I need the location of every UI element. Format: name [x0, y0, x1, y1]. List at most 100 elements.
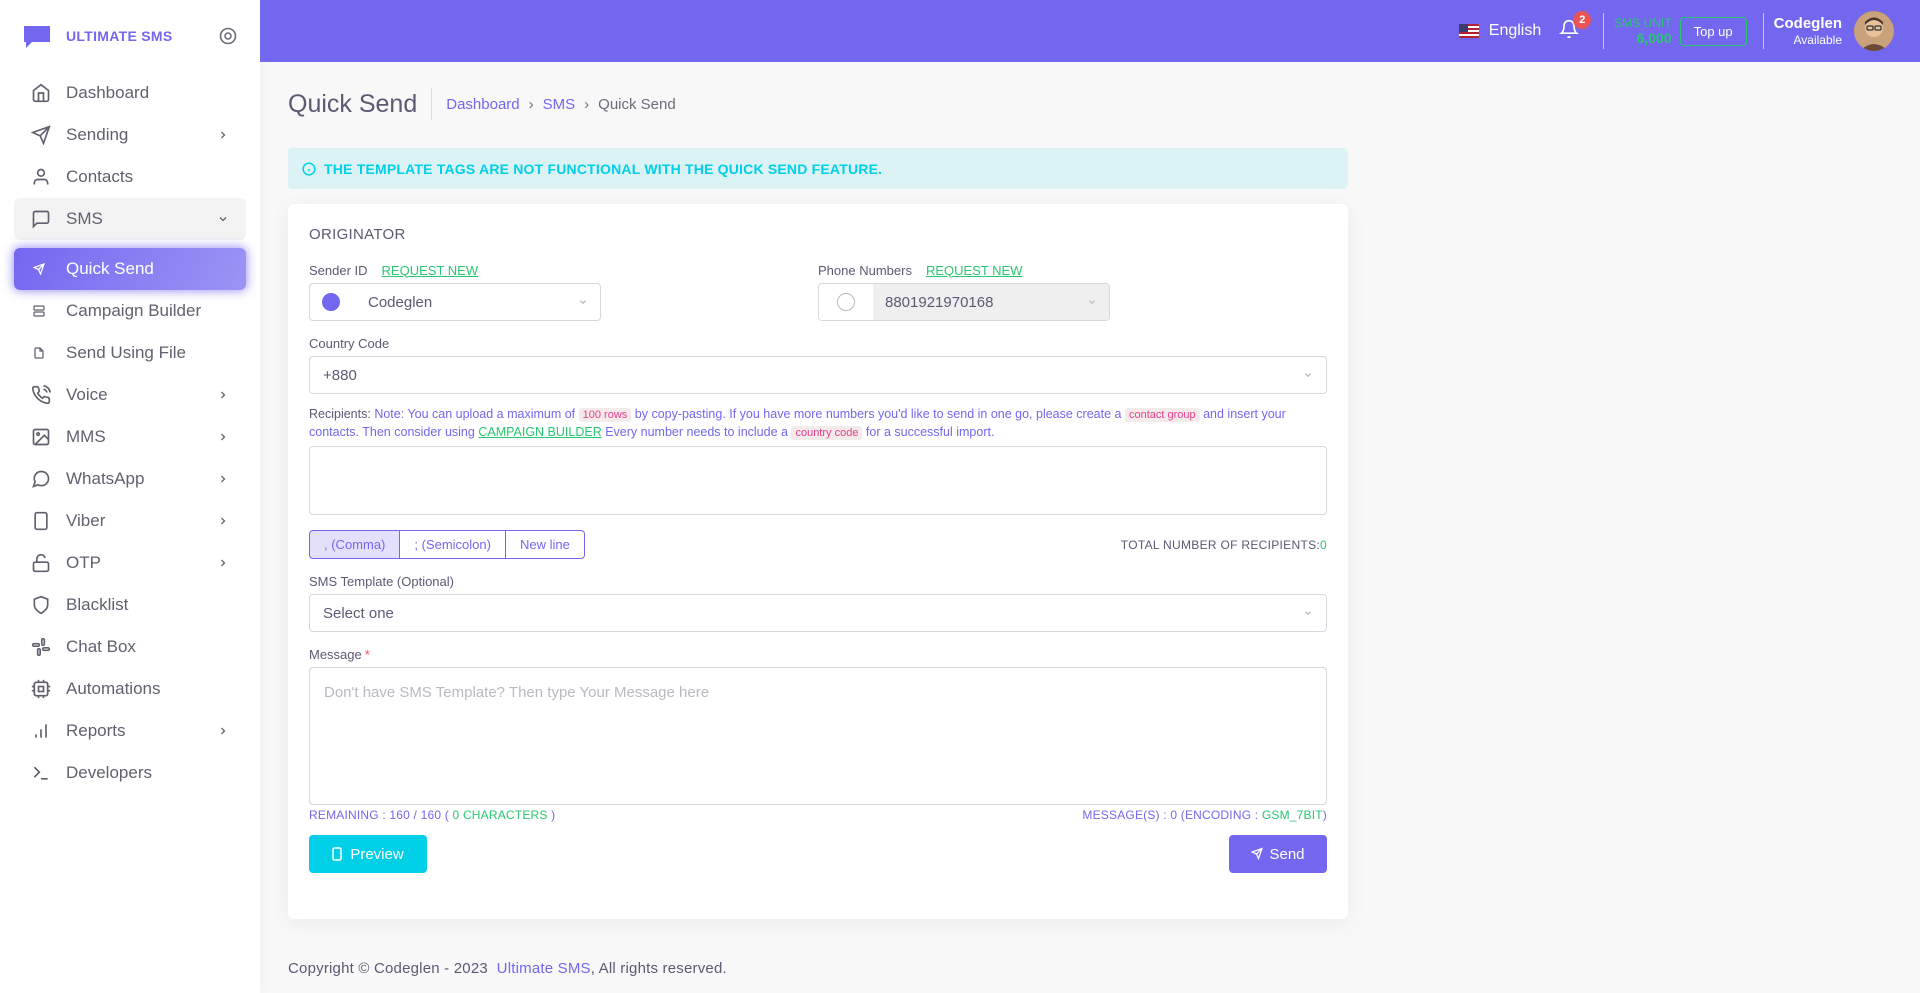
delimiter-group: , (Comma) ; (Semicolon) New line: [309, 530, 585, 559]
sidebar-item-sending[interactable]: Sending: [14, 114, 246, 156]
sidebar-item-automations[interactable]: Automations: [14, 668, 246, 710]
sidebar-item-label: Blacklist: [66, 595, 129, 614]
note-code-rows: 100 rows: [578, 408, 632, 422]
sidebar-item-chat-box[interactable]: Chat Box: [14, 626, 246, 668]
chevron-down-icon: [578, 297, 588, 307]
sidebar-item-label: Viber: [66, 511, 106, 530]
sidebar-item-campaign-builder[interactable]: Campaign Builder: [14, 290, 246, 332]
chevron-right-icon: [216, 514, 230, 528]
breadcrumb-dashboard[interactable]: Dashboard: [446, 96, 519, 113]
us-flag-icon: [1458, 24, 1479, 38]
sidebar-item-viber[interactable]: Viber: [14, 500, 246, 542]
home-icon: [30, 82, 52, 104]
chevron-down-icon: [1087, 297, 1097, 307]
sidebar-item-label: MMS: [66, 427, 106, 446]
sidebar-item-mms[interactable]: MMS: [14, 416, 246, 458]
country-code-label: Country Code: [309, 335, 390, 351]
brand-logo-icon: [22, 24, 52, 48]
country-code-select[interactable]: +880: [309, 356, 1327, 394]
user-icon: [30, 166, 52, 188]
send-small-icon: [32, 258, 46, 280]
sidebar-toggle-icon[interactable]: [218, 26, 238, 46]
remaining-chars: 0 CHARACTERS: [452, 808, 548, 822]
sender-radio-checked[interactable]: [322, 293, 340, 311]
template-select[interactable]: Select one: [309, 594, 1327, 632]
sidebar-item-label: Campaign Builder: [66, 301, 202, 320]
sidebar-item-reports[interactable]: Reports: [14, 710, 246, 752]
brand[interactable]: ULTIMATE SMS: [0, 0, 260, 72]
sidebar-item-dashboard[interactable]: Dashboard: [14, 72, 246, 114]
remaining-counter: REMAINING : 160 / 160 ( 0 CHARACTERS ): [309, 808, 555, 822]
notification-button[interactable]: 2: [1557, 11, 1592, 43]
chevron-right-icon: [216, 128, 230, 142]
request-new-sender-link[interactable]: REQUEST NEW: [382, 263, 479, 278]
footer-link[interactable]: Ultimate SMS: [497, 960, 591, 977]
sidebar-item-label: Voice: [66, 385, 108, 404]
recipients-textarea[interactable]: [309, 446, 1327, 515]
sidebar-item-label: Developers: [66, 763, 152, 782]
info-alert: THE TEMPLATE TAGS ARE NOT FUNCTIONAL WIT…: [288, 148, 1348, 189]
chevron-right-icon: [216, 556, 230, 570]
header-divider: [1603, 13, 1605, 49]
sender-id-select[interactable]: Codeglen: [309, 283, 601, 321]
header-divider: [1762, 13, 1764, 49]
user-menu[interactable]: Codeglen Available: [1774, 15, 1842, 47]
campaign-builder-link[interactable]: CAMPAIGN BUILDER: [478, 425, 601, 439]
unlock-icon: [30, 552, 52, 574]
user-status: Available: [1793, 33, 1842, 47]
chevron-right-icon: ›: [584, 95, 590, 113]
request-new-number-link[interactable]: REQUEST NEW: [926, 263, 1023, 278]
sidebar-item-whatsapp[interactable]: WhatsApp: [14, 458, 246, 500]
message-circle-icon: [30, 468, 52, 490]
sms-unit: SMS UNIT 6,000: [1614, 16, 1671, 46]
message-textarea[interactable]: Don't have SMS Template? Then type Your …: [309, 667, 1327, 805]
language-selector[interactable]: English: [1458, 22, 1542, 40]
avatar[interactable]: [1854, 11, 1894, 51]
phone-call-icon: [30, 384, 52, 406]
top-up-button[interactable]: Top up: [1679, 16, 1747, 46]
sidebar-item-blacklist[interactable]: Blacklist: [14, 584, 246, 626]
delimiter-comma-button[interactable]: , (Comma): [309, 530, 401, 559]
brand-name: ULTIMATE SMS: [66, 28, 173, 44]
chevron-right-icon: [216, 388, 230, 402]
note-code-group: contact group: [1124, 408, 1200, 422]
sidebar-item-voice[interactable]: Voice: [14, 374, 246, 416]
delimiter-newline-button[interactable]: New line: [505, 530, 585, 559]
sidebar-item-label: WhatsApp: [66, 469, 145, 488]
sidebar-item-send-using-file[interactable]: Send Using File: [14, 332, 246, 374]
required-mark: *: [364, 646, 370, 662]
country-code-value: +880: [323, 366, 357, 384]
phone-radio[interactable]: [819, 284, 873, 320]
main-content: Quick Send Dashboard › SMS › Quick Send …: [288, 62, 1348, 919]
sidebar-item-otp[interactable]: OTP: [14, 542, 246, 584]
sender-id-value: Codeglen: [368, 293, 433, 311]
preview-button[interactable]: Preview: [309, 835, 427, 873]
terminal-icon: [30, 762, 52, 784]
sidebar-item-developers[interactable]: Developers: [14, 752, 246, 794]
message-count: MESSAGE(S) : 0 (ENCODING : GSM_7BIT): [1082, 808, 1327, 822]
user-name: Codeglen: [1773, 15, 1842, 32]
page-header: Quick Send Dashboard › SMS › Quick Send: [288, 62, 1348, 146]
smartphone-icon: [30, 510, 52, 532]
footer-rights: , All rights reserved.: [590, 960, 727, 977]
total-recipients-value: 0: [1320, 537, 1327, 552]
sidebar-item-quick-send[interactable]: Quick Send: [14, 248, 246, 290]
chevron-right-icon: [216, 724, 230, 738]
send-button[interactable]: Send: [1229, 835, 1327, 873]
footer: Copyright © Codeglen - 2023 Ultimate SMS…: [288, 960, 727, 977]
sidebar-item-sms[interactable]: SMS: [14, 198, 246, 240]
messages-text: MESSAGE(S) : 0 (ENCODING :: [1082, 808, 1259, 822]
language-label: English: [1488, 22, 1542, 39]
breadcrumb-sms[interactable]: SMS: [543, 96, 576, 113]
sidebar-item-label: Quick Send: [66, 259, 154, 278]
note-code-country: country code: [791, 426, 863, 440]
chevron-down-icon: [1303, 370, 1313, 380]
quick-send-card: ORIGINATOR Sender ID REQUEST NEW Codegle…: [288, 204, 1348, 919]
template-label: SMS Template (Optional): [309, 573, 454, 589]
sidebar-item-label: Sending: [66, 125, 129, 144]
phone-number-select[interactable]: 8801921970168: [818, 283, 1110, 321]
sidebar-item-contacts[interactable]: Contacts: [14, 156, 246, 198]
send-label: Send: [1269, 845, 1305, 863]
delimiter-semicolon-button[interactable]: ; (Semicolon): [400, 530, 506, 559]
remaining-close: ): [551, 808, 556, 822]
